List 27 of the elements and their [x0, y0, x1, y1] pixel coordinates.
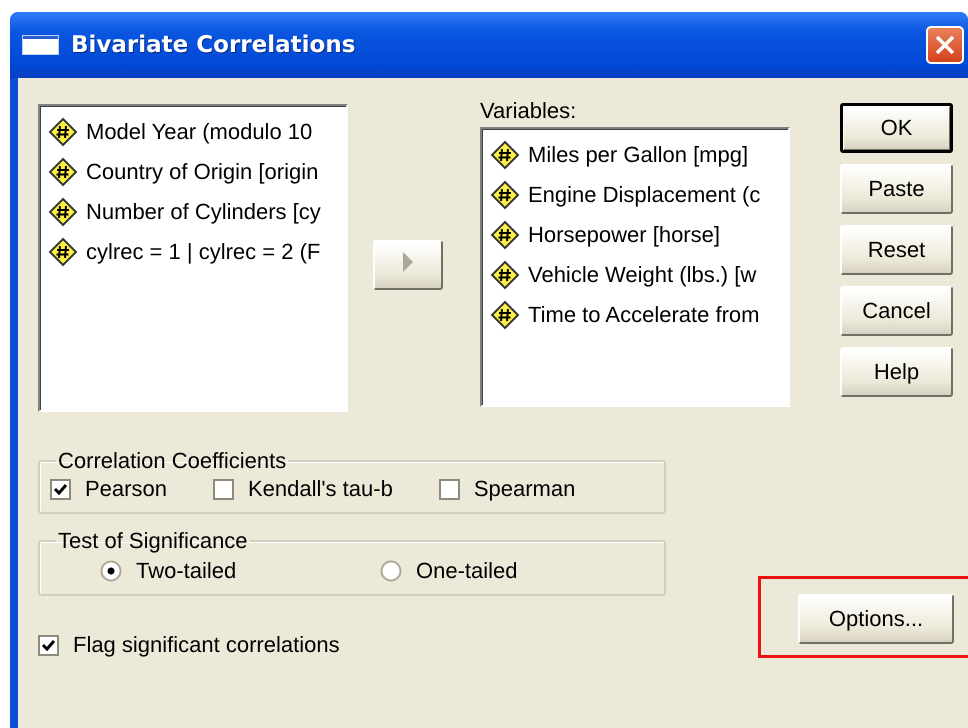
variable-name[interactable]: Country of Origin [origin: [86, 159, 318, 185]
variables-list[interactable]: Miles per Gallon [mpg] Engine Displacement (c Horsepower [horse] Vehicle Weight (lbs.) [w Time to Accelerate from: [480, 127, 790, 407]
variable-name[interactable]: Time to Accelerate from: [528, 302, 760, 328]
checkbox-label[interactable]: Pearson: [85, 476, 167, 502]
checkbox-label[interactable]: Spearman: [474, 476, 576, 502]
group-title: Correlation Coefficients: [57, 448, 288, 474]
checkbox-label[interactable]: Flag significant correlations: [73, 632, 340, 658]
variable-name[interactable]: Engine Displacement (c: [528, 182, 760, 208]
group-title: Test of Significance: [57, 528, 249, 554]
window-title: Bivariate Correlations: [71, 32, 356, 58]
variable-name[interactable]: cylrec = 1 | cylrec = 2 (F: [86, 239, 320, 265]
variable-name[interactable]: Horsepower [horse]: [528, 222, 720, 248]
options-button[interactable]: Options...: [798, 594, 954, 644]
dialog-button[interactable]: Cancel: [840, 286, 953, 336]
variables-label: Variables:: [480, 98, 578, 125]
dialog-button[interactable]: Reset: [840, 225, 953, 275]
dialog-button[interactable]: Paste: [840, 164, 953, 214]
dialog-button[interactable]: OK: [840, 103, 953, 153]
variable-name[interactable]: Miles per Gallon [mpg]: [528, 142, 748, 168]
radio-label[interactable]: Two-tailed: [136, 558, 236, 584]
source-variable-list[interactable]: Model Year (modulo 10 Country of Origin [origin Number of Cylinders [cy cylrec = 1 | cylrec = 2 (F: [38, 104, 348, 412]
variable-name[interactable]: Vehicle Weight (lbs.) [w: [528, 262, 756, 288]
variable-name[interactable]: Model Year (modulo 10: [86, 119, 312, 145]
variable-name[interactable]: Number of Cylinders [cy: [86, 199, 321, 225]
radio-label[interactable]: One-tailed: [416, 558, 518, 584]
dialog-button[interactable]: Help: [840, 347, 953, 397]
checkbox-label[interactable]: Kendall's tau-b: [248, 476, 393, 502]
